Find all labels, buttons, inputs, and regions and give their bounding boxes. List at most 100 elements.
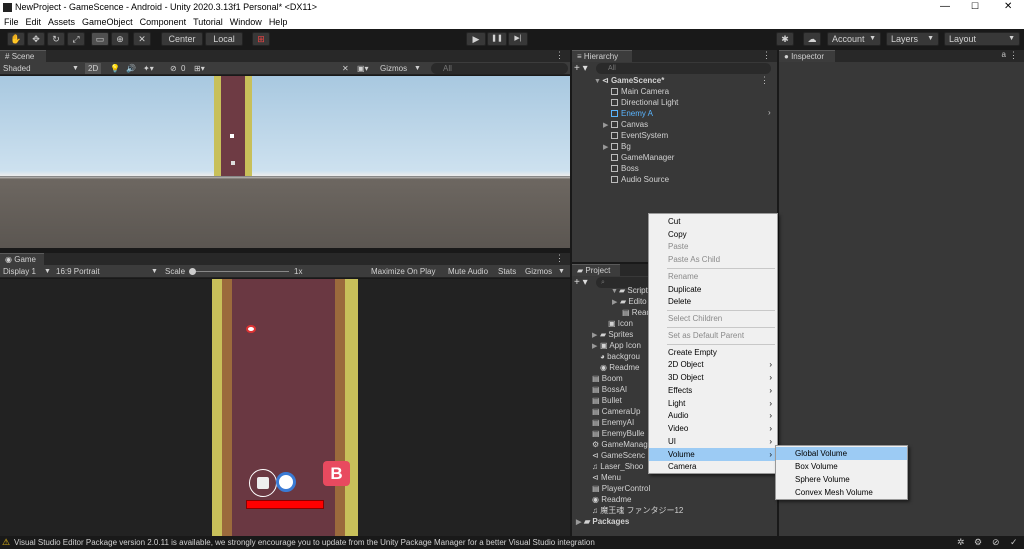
gizmos-dropdown[interactable]: Gizmos [380, 63, 407, 74]
tools-icon[interactable]: ✕ [342, 63, 349, 74]
move-tool-icon[interactable]: ✥ [27, 32, 45, 46]
account-dropdown[interactable]: Account ▼ [827, 32, 881, 46]
pause-button[interactable]: ❚❚ [487, 32, 507, 46]
transform-tool-icon[interactable]: ⊕ [111, 32, 129, 46]
custom-tool-icon[interactable]: ✕ [133, 32, 151, 46]
project-item-background[interactable]: ◕ backgrou [600, 351, 640, 362]
project-item-readme[interactable]: ◉ Readme [600, 362, 639, 373]
progress-icon[interactable]: ⊘ [992, 537, 1000, 548]
menu-item-camera[interactable]: Camera [649, 460, 777, 473]
menu-item-effects[interactable]: Effects › [649, 384, 777, 397]
submenu-item-convex-mesh-volume[interactable]: Convex Mesh Volume [776, 486, 907, 499]
tab-scene[interactable]: # Scene [0, 50, 46, 62]
project-item-enemybullet[interactable]: ▤ EnemyBulle [592, 428, 644, 439]
more-options-icon[interactable]: ⋮ [762, 50, 771, 61]
project-item-laser-shoot[interactable]: ♫ Laser_Shoo [592, 461, 643, 472]
menu-item-paste-as-child[interactable]: Paste As Child [649, 253, 777, 266]
more-options-icon[interactable]: ⋮ [1009, 50, 1018, 61]
menu-item-delete[interactable]: Delete [649, 295, 777, 308]
scale-slider-handle[interactable] [189, 268, 196, 275]
bug-icon[interactable]: ✲ [957, 537, 965, 548]
step-button[interactable]: ▶| [508, 32, 528, 46]
game-viewport[interactable]: B [0, 279, 570, 536]
rotate-tool-icon[interactable]: ↻ [47, 32, 65, 46]
hierarchy-search-input[interactable]: All [596, 63, 771, 74]
effects-icon[interactable]: ✦▾ [143, 63, 154, 74]
tree-item-enemy-a[interactable]: Enemy A [603, 108, 653, 119]
project-item-playercontrol[interactable]: ▤ PlayerControl [592, 483, 650, 494]
menu-file[interactable]: File [4, 17, 19, 27]
tree-item-directional-light[interactable]: Directional Light [603, 97, 678, 108]
layout-dropdown[interactable]: Layout ▼ [944, 32, 1020, 46]
menu-item-3d-object[interactable]: 3D Object › [649, 371, 777, 384]
menu-item-select-children[interactable]: Select Children [649, 312, 777, 325]
menu-tutorial[interactable]: Tutorial [193, 17, 223, 27]
shading-dropdown[interactable]: Shaded [3, 63, 31, 74]
check-icon[interactable]: ✓ [1010, 537, 1018, 548]
mode-2d-toggle[interactable]: 2D [85, 63, 102, 74]
project-item-sprites[interactable]: ▶ ▰ Sprites [592, 329, 633, 340]
tree-item-audio-source[interactable]: Audio Source [603, 174, 669, 185]
add-button[interactable]: + ▾ [574, 63, 588, 74]
rect-tool-icon[interactable]: ▭ [91, 32, 109, 46]
aspect-dropdown[interactable]: 16:9 Portrait [56, 266, 100, 277]
more-options-icon[interactable]: ⋮ [555, 50, 564, 61]
hand-tool-icon[interactable]: ✋ [7, 32, 25, 46]
scale-slider-track[interactable] [191, 271, 289, 272]
minimize-button[interactable]: — [940, 1, 950, 12]
stats-toggle[interactable]: Stats [498, 266, 516, 277]
menu-assets[interactable]: Assets [48, 17, 75, 27]
tree-item-canvas[interactable]: ▶ Canvas [603, 119, 648, 130]
project-item-readme-root[interactable]: ◉ Readme [592, 494, 631, 505]
project-item-gamemanager[interactable]: ⚙ GameManag [592, 439, 648, 450]
status-message[interactable]: Visual Studio Editor Package version 2.0… [14, 538, 595, 547]
menu-edit[interactable]: Edit [26, 17, 42, 27]
project-item-boom[interactable]: ▤ Boom [592, 373, 623, 384]
create-asset-button[interactable]: + ▾ [574, 277, 588, 288]
tree-item-eventsystem[interactable]: EventSystem [603, 130, 668, 141]
menu-window[interactable]: Window [230, 17, 262, 27]
grid-toggle-icon[interactable]: ⊞▾ [194, 63, 205, 74]
scene-viewport[interactable] [0, 76, 570, 248]
project-item-app-icon[interactable]: ▶ ▣ App Icon [592, 340, 641, 351]
tree-item-boss[interactable]: Boss [603, 163, 639, 174]
scene-root[interactable]: ▼⊲ GameScence* [594, 75, 664, 86]
mute-audio-toggle[interactable]: Mute Audio [448, 266, 488, 277]
chevron-right-icon[interactable]: › [768, 108, 771, 117]
hidden-objects-icon[interactable]: ⊘ [170, 63, 177, 74]
maximize-on-play-toggle[interactable]: Maximize On Play [371, 266, 435, 277]
project-item-gamescene[interactable]: ⊲ GameScenc [592, 450, 645, 461]
menu-item-rename[interactable]: Rename [649, 270, 777, 283]
scale-tool-icon[interactable]: ⤢ [67, 32, 85, 46]
menu-item-cut[interactable]: Cut [649, 215, 777, 228]
project-item-editor[interactable]: ▶ ▰ Edito [612, 296, 647, 307]
menu-item-video[interactable]: Video › [649, 422, 777, 435]
project-item-cameraup[interactable]: ▤ CameraUp [592, 406, 640, 417]
tab-inspector[interactable]: ● Inspector [779, 50, 835, 62]
tab-hierarchy[interactable]: ≡ Hierarchy [572, 50, 632, 62]
lighting-icon[interactable]: 💡 [110, 63, 120, 74]
submenu-item-global-volume[interactable]: Global Volume [776, 447, 907, 460]
display-dropdown[interactable]: Display 1 [3, 266, 36, 277]
tree-item-gamemanager[interactable]: GameManager [603, 152, 674, 163]
close-button[interactable]: ✕ [1004, 1, 1012, 12]
layers-dropdown[interactable]: Layers ▼ [886, 32, 939, 46]
tab-game[interactable]: ◉ Game [0, 253, 44, 265]
menu-gameobject[interactable]: GameObject [82, 17, 133, 27]
maximize-button[interactable]: ☐ [971, 1, 979, 12]
pivot-center-button[interactable]: Center [161, 32, 203, 46]
camera-icon[interactable]: ▣▾ [357, 63, 369, 74]
more-options-icon[interactable]: ⋮ [555, 253, 564, 264]
menu-item-set-default-parent[interactable]: Set as Default Parent [649, 329, 777, 342]
grid-snap-icon[interactable]: ⊞ [252, 32, 270, 46]
menu-help[interactable]: Help [269, 17, 288, 27]
menu-item-paste[interactable]: Paste [649, 240, 777, 253]
submenu-item-sphere-volume[interactable]: Sphere Volume [776, 473, 907, 486]
project-item-bossai[interactable]: ▤ BossAI [592, 384, 627, 395]
tree-item-main-camera[interactable]: Main Camera [603, 86, 669, 97]
project-item-read[interactable]: ▤ Read [622, 307, 651, 318]
project-item-maou-audio[interactable]: ♫ 魔王魂 ファンタジー12 [592, 505, 683, 516]
scene-search-input[interactable]: All [431, 63, 568, 74]
tab-project[interactable]: ▰ Project [572, 264, 620, 276]
project-item-scripts[interactable]: ▼▰ Scripts [611, 285, 652, 296]
